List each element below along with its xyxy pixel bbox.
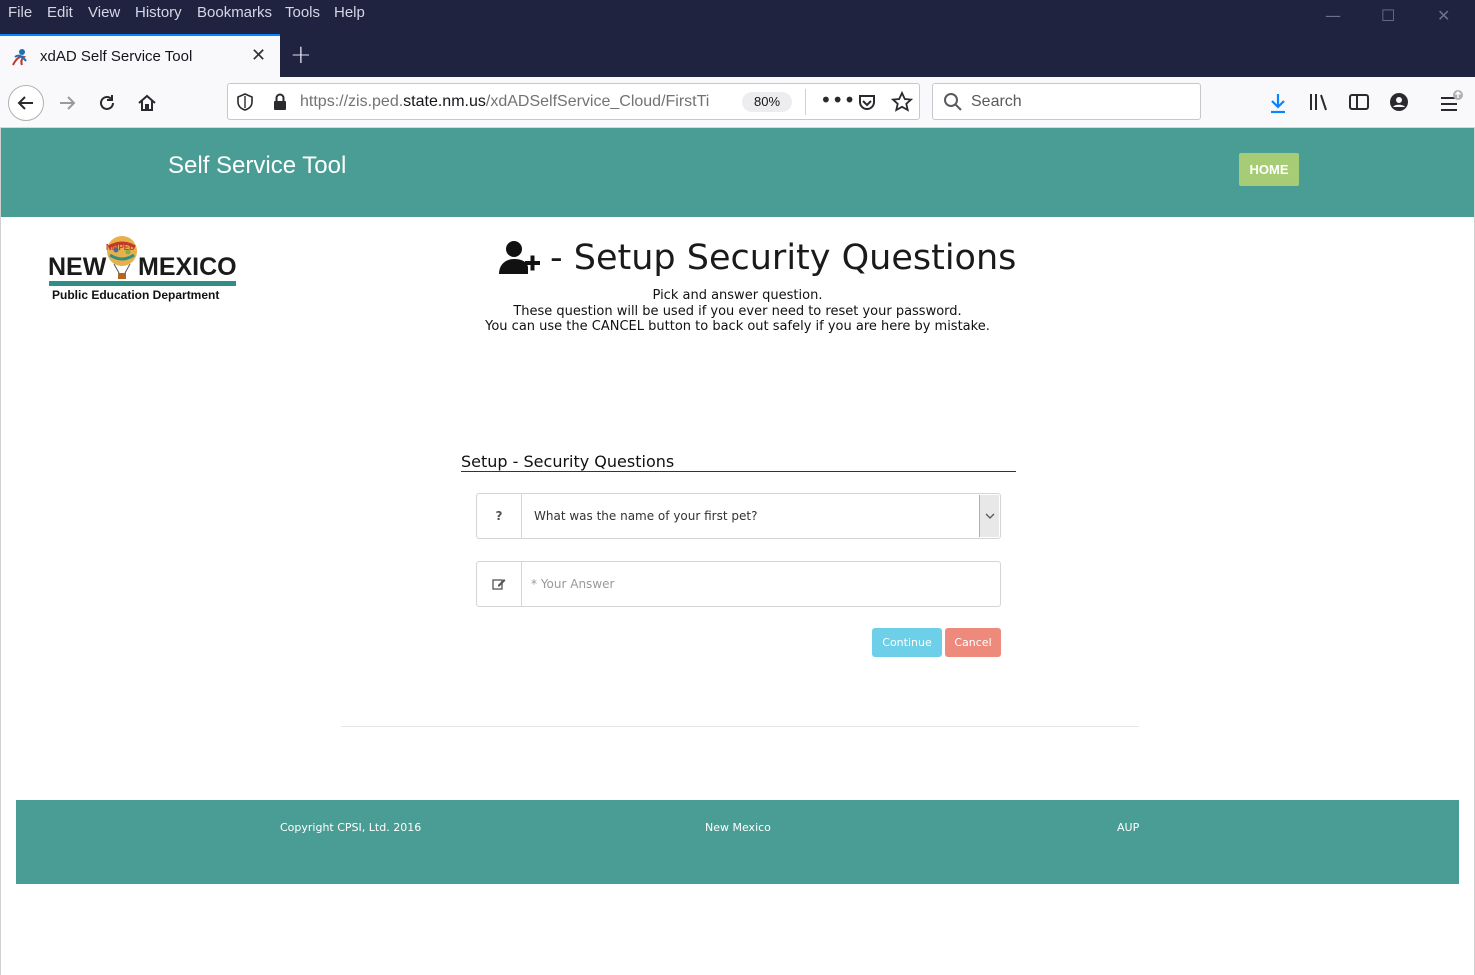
home-button[interactable]: HOME [1239,153,1299,186]
zoom-badge[interactable]: 80% [742,92,792,112]
question-icon: ? [477,494,522,538]
tab-bar: xdAD Self Service Tool ✕ + [0,34,1475,77]
library-icon[interactable] [1308,92,1330,112]
back-arrow-icon [17,96,33,110]
close-window-icon[interactable]: ✕ [1437,6,1450,25]
desc-line-2: These question will be used if you ever … [513,303,962,319]
desc-line-3: You can use the CANCEL button to back ou… [485,319,990,334]
home-nav-button[interactable] [129,85,165,121]
section-title: Setup - Security Questions [461,452,1016,472]
tab-close-icon[interactable]: ✕ [251,45,266,66]
footer-aup-link[interactable]: AUP [1117,821,1139,834]
cancel-button[interactable]: Cancel [945,628,1001,657]
menu-bar: File Edit View History Bookmarks Tools H… [0,0,1475,34]
search-placeholder: Search [971,93,1022,110]
page-content: Self Service Tool HOME NEW NMPED MEXICO … [0,128,1475,975]
dropdown-toggle[interactable] [979,495,999,537]
back-button[interactable] [8,85,44,121]
menu-history[interactable]: History [135,4,182,21]
url-text[interactable]: https://zis.ped.state.nm.us/xdADSelfServ… [300,93,732,111]
star-icon[interactable] [891,91,913,113]
desc-line-1: Pick and answer question. [652,288,823,303]
logo-word-mexico: MEXICO [138,253,237,281]
footer-state: New Mexico [705,821,771,834]
account-icon[interactable] [1388,91,1410,113]
minimize-icon[interactable]: — [1325,6,1341,25]
site-header: Self Service Tool HOME [1,128,1474,217]
nmped-logo: NEW NMPED MEXICO Public Education Depart… [48,235,240,303]
user-plus-icon [499,241,540,274]
sidebar-icon[interactable] [1348,93,1370,111]
pocket-icon[interactable] [857,92,877,112]
tab-active[interactable]: xdAD Self Service Tool ✕ [0,34,280,77]
forward-arrow-icon [60,96,76,110]
forward-button[interactable] [49,85,85,121]
logo-word-new: NEW [48,253,107,281]
menu-help[interactable]: Help [334,4,365,21]
logo-subtitle: Public Education Department [52,288,220,302]
balloon-icon [107,236,137,279]
menu-view[interactable]: View [88,4,120,21]
browser-chrome: File Edit View History Bookmarks Tools H… [0,0,1475,128]
search-bar[interactable]: Search [932,83,1201,120]
download-icon[interactable] [1268,92,1288,114]
maximize-icon[interactable]: ☐ [1381,6,1395,25]
reload-icon [100,95,114,110]
page-title: - Setup Security Questions [498,236,1016,280]
content-divider [341,726,1139,727]
logo-badge: NMPED [106,243,135,252]
menu-file[interactable]: File [8,4,32,21]
search-icon [944,93,962,111]
page-actions-icon[interactable]: ••• [820,88,855,112]
edit-icon [477,562,522,606]
site-footer: Copyright CPSI, Ltd. 2016 New Mexico AUP [16,800,1459,884]
continue-button[interactable]: Continue [872,628,942,657]
question-selected-value[interactable]: What was the name of your first pet? [534,509,757,523]
new-tab-icon[interactable]: + [290,40,312,70]
question-select[interactable]: ? What was the name of your first pet? [476,493,1001,539]
menu-tools[interactable]: Tools [285,4,320,21]
tab-title: xdAD Self Service Tool [40,48,193,65]
logo-bar [49,281,236,286]
site-brand[interactable]: Self Service Tool [168,152,346,180]
menu-bookmarks[interactable]: Bookmarks [197,4,272,21]
site-favicon-icon [12,49,27,66]
page-title-text: - Setup Security Questions [550,238,1017,278]
reload-button[interactable] [89,85,125,121]
page-description: Pick and answer question. These question… [401,288,1074,335]
home-icon [138,94,156,111]
hamburger-menu-icon[interactable] [1438,90,1464,114]
url-bar[interactable]: https://zis.ped.state.nm.us/xdADSelfServ… [227,83,920,120]
nav-bar: https://zis.ped.state.nm.us/xdADSelfServ… [0,77,1475,128]
chevron-down-icon [985,513,994,519]
shield-icon[interactable] [236,93,254,111]
menu-edit[interactable]: Edit [47,4,73,21]
lock-icon[interactable] [272,93,288,111]
footer-copyright: Copyright CPSI, Ltd. 2016 [280,821,422,834]
answer-input[interactable] [523,562,1000,606]
answer-field[interactable] [476,561,1001,607]
